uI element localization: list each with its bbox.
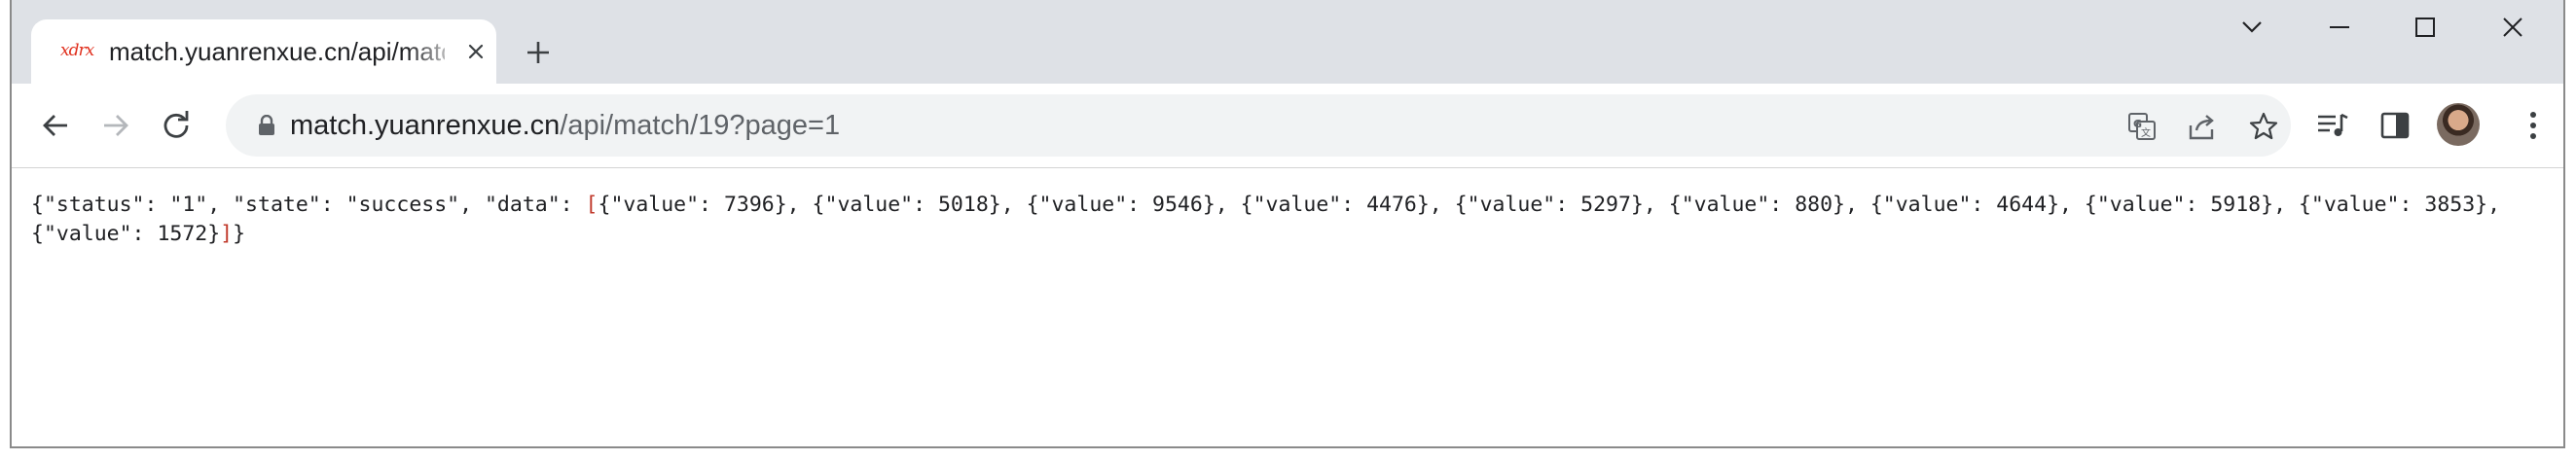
- media-control-icon[interactable]: [2310, 103, 2355, 148]
- json-open-bracket: [: [585, 193, 599, 217]
- maximize-icon[interactable]: [2406, 8, 2445, 47]
- tab-close-icon[interactable]: [459, 35, 492, 68]
- translate-icon[interactable]: G文: [2123, 108, 2160, 145]
- tab-title-fade: [406, 33, 464, 72]
- title-bar: xdrx match.yuanrenxue.cn/api/match/19?pa…: [12, 0, 2563, 84]
- json-close-bracket: ]: [220, 222, 234, 246]
- side-panel-icon[interactable]: [2373, 103, 2417, 148]
- lock-icon[interactable]: [253, 112, 280, 139]
- browser-window: xdrx match.yuanrenxue.cn/api/match/19?pa…: [10, 0, 2565, 448]
- url-host: match.yuanrenxue.cn: [290, 110, 561, 141]
- new-tab-icon[interactable]: [517, 31, 560, 74]
- url-text[interactable]: match.yuanrenxue.cn/api/match/19?page=1: [290, 110, 840, 142]
- json-line-1-prefix: {"status": "1", "state": "success", "dat…: [31, 193, 586, 217]
- tab-search-chevron-icon[interactable]: [2232, 8, 2271, 47]
- profile-avatar[interactable]: [2437, 103, 2480, 146]
- json-line-1-items: {"value": 7396}, {"value": 5018}, {"valu…: [598, 193, 2501, 217]
- toolbar: match.yuanrenxue.cn/api/match/19?page=1 …: [12, 84, 2563, 168]
- back-arrow-icon[interactable]: [33, 103, 78, 148]
- tab-title: match.yuanrenxue.cn/api/match/19?page=1: [109, 37, 445, 66]
- tab-favicon-icon: xdrx: [60, 41, 94, 60]
- window-close-icon[interactable]: [2493, 8, 2532, 47]
- json-close-brace: }: [233, 222, 246, 246]
- json-response-text: {"status": "1", "state": "success", "dat…: [31, 191, 2552, 249]
- reload-icon[interactable]: [154, 103, 199, 148]
- star-icon[interactable]: [2245, 108, 2282, 145]
- json-line-2-items: {"value": 1572}: [31, 222, 221, 246]
- minimize-icon[interactable]: [2320, 8, 2359, 47]
- browser-tab[interactable]: xdrx match.yuanrenxue.cn/api/match/19?pa…: [31, 19, 496, 84]
- share-icon[interactable]: [2184, 108, 2221, 145]
- svg-text:文: 文: [2141, 126, 2151, 139]
- forward-arrow-icon[interactable]: [93, 103, 138, 148]
- kebab-menu-icon[interactable]: [2511, 103, 2556, 148]
- url-path: /api/match/19?page=1: [560, 110, 841, 141]
- address-bar[interactable]: match.yuanrenxue.cn/api/match/19?page=1 …: [226, 94, 2291, 157]
